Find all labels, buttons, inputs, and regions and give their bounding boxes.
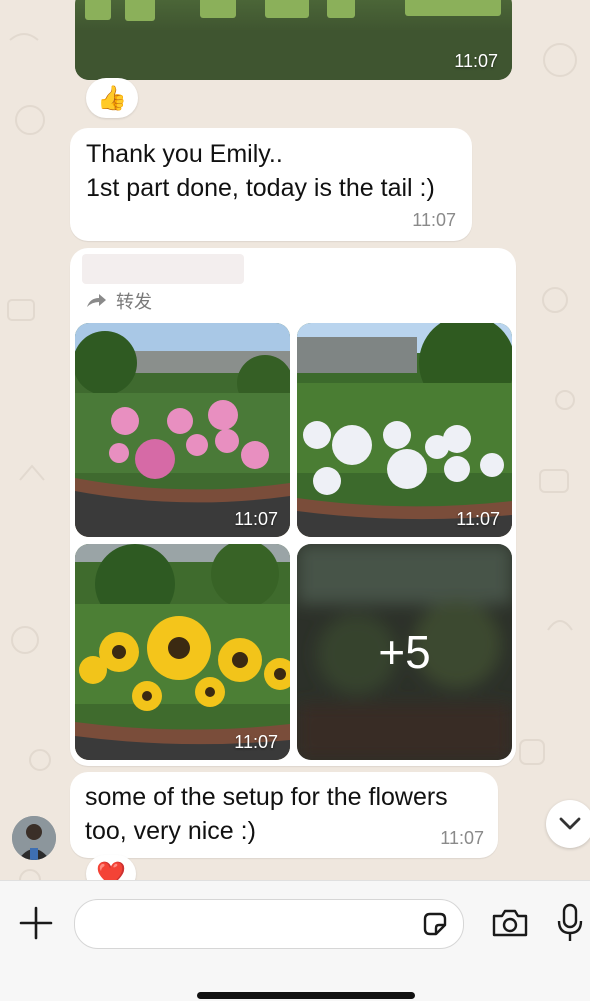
message-time: 11:07 — [440, 828, 484, 848]
message-text-line1: Thank you Emily.. — [86, 140, 283, 168]
microphone-icon — [557, 903, 583, 941]
message-bubble-forwarded-album[interactable]: 转发 11:07 11:07 11:07 +5 — [70, 248, 516, 766]
album-photo-sunflowers[interactable]: 11:07 — [75, 544, 290, 760]
message-time: 11:07 — [412, 210, 456, 230]
plus-icon — [19, 906, 53, 940]
attach-button[interactable] — [18, 905, 54, 941]
composer-bar — [0, 880, 590, 1001]
scroll-to-bottom-button[interactable] — [546, 800, 590, 848]
home-indicator — [197, 992, 415, 999]
chevron-down-icon — [559, 817, 581, 830]
forward-arrow-icon — [87, 294, 106, 307]
microphone-button[interactable] — [556, 903, 584, 943]
album-photo-pink-flowers[interactable]: 11:07 — [75, 323, 290, 537]
sunflowers-image — [75, 544, 290, 760]
message-bubble-thank-you[interactable]: Thank you Emily.. 1st part done, today i… — [70, 128, 472, 241]
photo-time: 11:07 — [456, 509, 500, 529]
top-garden-photo[interactable]: 11:07 — [75, 0, 512, 80]
album-photo-more[interactable]: +5 — [297, 544, 512, 760]
pink-flowers-image — [75, 323, 290, 537]
photo-time: 11:07 — [234, 509, 278, 529]
thumbs-up-reaction[interactable]: 👍 — [86, 78, 138, 118]
white-flowers-image — [297, 323, 512, 537]
message-bubble-setup[interactable]: some of the setup for the flowers too, v… — [70, 772, 498, 858]
sender-name-redacted — [82, 254, 244, 284]
camera-button[interactable] — [490, 907, 530, 939]
message-text-line2: too, very nice :) — [85, 817, 256, 845]
more-photos-count: +5 — [378, 626, 431, 678]
forwarded-label: 转发 — [116, 292, 152, 313]
garden-hedge-image — [75, 0, 512, 80]
sticker-button[interactable] — [421, 910, 449, 938]
forwarded-label-row: 转发 — [84, 288, 152, 314]
album-photo-white-flowers[interactable]: 11:07 — [297, 323, 512, 537]
message-time: 11:07 — [454, 51, 498, 71]
message-input[interactable] — [74, 899, 464, 949]
message-text-line1: some of the setup for the flowers — [85, 783, 448, 811]
photo-time: 11:07 — [234, 732, 278, 752]
sticker-icon — [423, 912, 447, 936]
message-text-line2: 1st part done, today is the tail :) — [86, 174, 435, 202]
camera-icon — [492, 909, 528, 937]
thumbs-up-icon: 👍 — [97, 84, 127, 112]
sender-avatar[interactable] — [12, 816, 56, 860]
avatar-image — [12, 816, 56, 860]
message-list[interactable]: 11:07 👍 Thank you Emily.. 1st part done,… — [0, 0, 590, 893]
